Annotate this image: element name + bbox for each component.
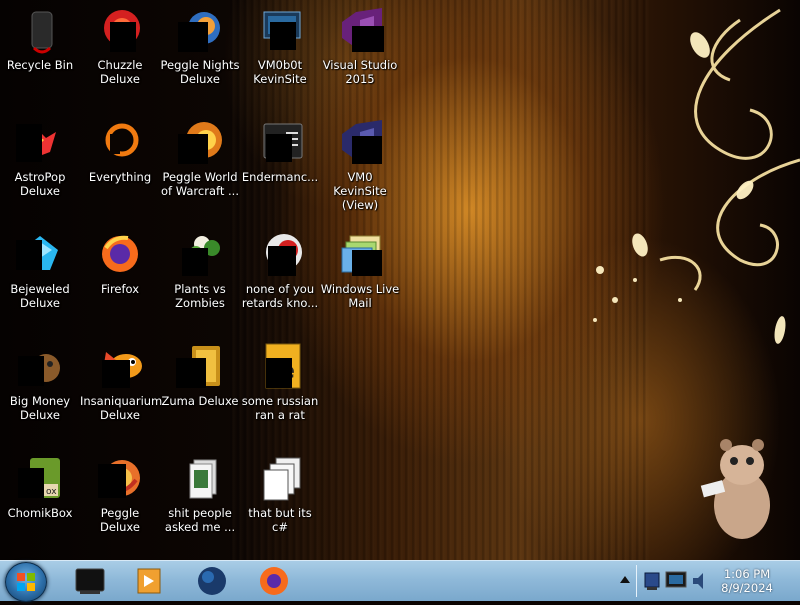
chuzzle-icon — [96, 6, 144, 54]
desktop-icon-none-of-you[interactable]: none of you retards kno... — [240, 224, 320, 332]
media-player-icon — [137, 568, 161, 594]
everything-search-icon — [96, 118, 144, 166]
peggle-nights-icon — [176, 6, 224, 54]
desktop-icon-astropop[interactable]: AstroPop Deluxe — [0, 112, 80, 220]
visual-studio-icon — [336, 118, 384, 166]
icon-label: Zuma Deluxe — [161, 394, 239, 408]
taskbar: 1:06 PM 8/9/2024 — [0, 560, 800, 602]
windows-start-icon — [17, 573, 35, 591]
peggle-wow-icon — [176, 118, 224, 166]
icon-label: Chuzzle Deluxe — [97, 58, 143, 86]
big-money-icon — [16, 342, 64, 390]
taskbar-globe-button[interactable] — [184, 563, 240, 599]
zuma-icon — [176, 342, 224, 390]
start-button[interactable] — [5, 562, 47, 602]
taskbar-pinned-app[interactable] — [62, 563, 118, 599]
recycle-bin-icon — [16, 6, 64, 54]
icon-label: Visual Studio 2015 — [322, 58, 398, 86]
icon-label: Recycle Bin — [6, 58, 74, 72]
chomikbox-icon: ox — [16, 454, 64, 502]
icon-label: none of you retards kno... — [241, 282, 319, 310]
speaker-icon[interactable] — [690, 569, 710, 593]
peggle-icon — [96, 454, 144, 502]
desktop-icon-zuma[interactable]: Zuma Deluxe — [160, 336, 240, 444]
taskbar-app-black-icon — [75, 568, 105, 594]
taskbar-firefox-button[interactable] — [246, 563, 302, 599]
insaniquarium-icon — [96, 342, 144, 390]
icon-label: VM0b0t KevinSite — [253, 58, 307, 86]
icon-label: ChomikBox — [7, 506, 73, 520]
clock-date: 8/9/2024 — [721, 581, 773, 595]
desktop-icon-peggle-deluxe[interactable]: Peggle Deluxe — [80, 448, 160, 556]
vm-shortcut-icon — [256, 6, 304, 54]
up-arrow-icon[interactable] — [619, 573, 631, 587]
desktop-icon-recycle-bin[interactable]: Recycle Bin — [0, 0, 80, 108]
folder-icon — [176, 454, 224, 502]
windows-live-mail-icon — [336, 230, 384, 278]
desktop-icon-insaniquarium[interactable]: Insaniquarium Deluxe — [80, 336, 163, 444]
desktop-icon-peggle-nights[interactable]: Peggle Nights Deluxe — [160, 0, 240, 108]
firefox-icon — [96, 230, 144, 278]
hamster-figure — [700, 439, 770, 539]
icon-label: some russian ran a rat — [241, 394, 319, 422]
astropop-icon — [16, 118, 64, 166]
desktop-icon-peggle-wow[interactable]: Peggle World of Warcraft ... — [160, 112, 240, 220]
desktop-icon-some-russian[interactable]: e some russian ran a rat — [240, 336, 320, 444]
icon-label: Insaniquarium Deluxe — [80, 394, 163, 422]
icon-label: Big Money Deluxe — [9, 394, 71, 422]
firefox-icon — [260, 567, 288, 595]
icon-label: Windows Live Mail — [320, 282, 400, 310]
icon-label: AstroPop Deluxe — [14, 170, 66, 198]
icon-label: Endermanc... — [241, 170, 319, 184]
icon-label: Everything — [88, 170, 152, 184]
desktop-icon-everything[interactable]: Everything — [80, 112, 160, 220]
desktop-icon-vm0b0t-kevinsite[interactable]: VM0b0t KevinSite — [240, 0, 320, 108]
icon-label: that but its c# — [248, 506, 312, 534]
files-icon — [256, 454, 304, 502]
monitor-icon[interactable] — [664, 569, 688, 593]
desktop-icon-chuzzle[interactable]: Chuzzle Deluxe — [80, 0, 160, 108]
terminal-icon — [256, 118, 304, 166]
network-icon[interactable] — [642, 569, 664, 593]
globe-icon — [198, 567, 226, 595]
desktop-icon-big-money[interactable]: Big Money Deluxe — [0, 336, 80, 444]
desktop-icon-that-but-c-sharp[interactable]: that but its c# — [240, 448, 320, 556]
icon-label: Bejeweled Deluxe — [10, 282, 70, 310]
document-icon: e — [256, 342, 304, 390]
bejeweled-icon — [16, 230, 64, 278]
desktop-icon-firefox[interactable]: Firefox — [80, 224, 160, 332]
icon-label: Peggle Deluxe — [100, 506, 140, 534]
desktop-icon-terminal[interactable]: Endermanc... — [240, 112, 320, 220]
icon-label: Plants vs Zombies — [174, 282, 226, 310]
tray-divider — [636, 565, 637, 597]
desktop-icon-chomikbox[interactable]: ox ChomikBox — [0, 448, 80, 556]
icon-label: VM0 KevinSite (View) — [333, 170, 387, 212]
visual-studio-icon — [336, 6, 384, 54]
icon-label: Peggle Nights Deluxe — [160, 58, 240, 86]
desktop-icon-visual-studio-2015[interactable]: Visual Studio 2015 — [320, 0, 400, 108]
desktop-icon-vm0-kevinsite-view[interactable]: VM0 KevinSite (View) — [320, 112, 400, 220]
taskbar-clock[interactable]: 1:06 PM 8/9/2024 — [712, 567, 782, 595]
desktop-icon-bejeweled[interactable]: Bejeweled Deluxe — [0, 224, 80, 332]
taskbar-media-player-button[interactable] — [122, 563, 178, 599]
icon-label: Firefox — [100, 282, 140, 296]
chuzzle-icon — [256, 230, 304, 278]
plants-vs-zombies-icon — [176, 230, 224, 278]
icon-label: shit people asked me ... — [164, 506, 236, 534]
desktop-icon-plants-vs-zombies[interactable]: Plants vs Zombies — [160, 224, 240, 332]
svg-text:ox: ox — [46, 487, 57, 497]
desktop-icon-folder[interactable]: shit people asked me ... — [160, 448, 240, 556]
clock-time: 1:06 PM — [723, 567, 771, 581]
desktop: Recycle Bin AstroPop Deluxe Bejeweled De… — [0, 0, 800, 560]
icon-label: Peggle World of Warcraft ... — [161, 170, 239, 198]
desktop-icon-windows-live-mail[interactable]: Windows Live Mail — [320, 224, 400, 332]
